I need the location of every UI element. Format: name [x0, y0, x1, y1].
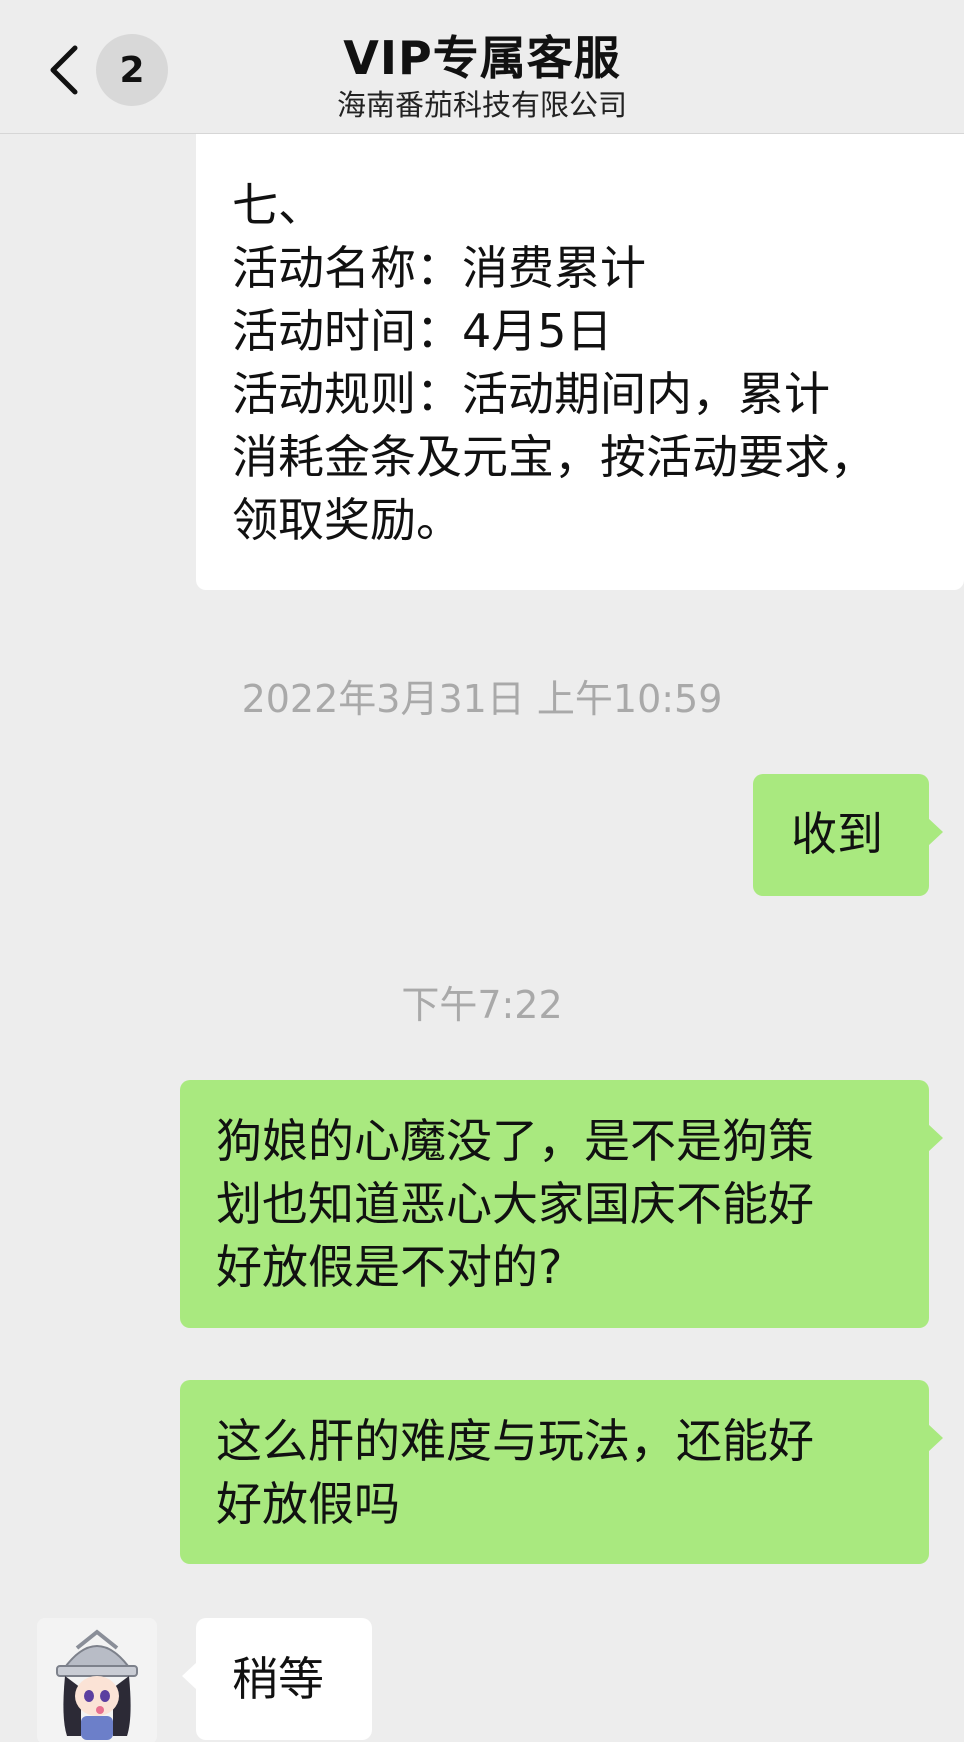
sent-message-bubble[interactable]: 收到	[753, 774, 943, 896]
received-message-bubble[interactable]: 稍等	[182, 1618, 372, 1740]
message-line: 活动名称：消费累计	[232, 241, 646, 295]
message-text: 稍等	[232, 1652, 324, 1706]
message-line: 划也知道恶心大家国庆不能好	[216, 1177, 814, 1231]
sent-message-bubble[interactable]: 这么肝的难度与玩法，还能好 好放假吗	[180, 1380, 943, 1564]
message-line: 好放假是不对的?	[216, 1240, 563, 1294]
message-line: 好放假吗	[216, 1477, 400, 1531]
avatar[interactable]	[37, 1618, 157, 1742]
message-line: 狗娘的心魔没了，是不是狗策	[216, 1114, 814, 1168]
timestamp: 下午7:22	[401, 983, 563, 1027]
message-line: 领取奖励。	[232, 493, 462, 547]
message-line: 这么肝的难度与玩法，还能好	[216, 1414, 814, 1468]
chat-header: 2 VIP专属客服 海南番茄科技有限公司	[0, 0, 964, 134]
message-line: 活动规则：活动期间内，累计	[232, 367, 830, 421]
received-message-bubble[interactable]: 七、 活动名称：消费累计 活动时间：4月5日 活动规则：活动期间内，累计 消耗金…	[196, 134, 964, 590]
avatar-image	[37, 1618, 157, 1742]
timestamp: 2022年3月31日 上午10:59	[241, 677, 723, 721]
message-line: 活动时间：4月5日	[232, 304, 613, 358]
sent-message-bubble[interactable]: 狗娘的心魔没了，是不是狗策 划也知道恶心大家国庆不能好 好放假是不对的?	[180, 1080, 943, 1328]
message-list[interactable]: 七、 活动名称：消费累计 活动时间：4月5日 活动规则：活动期间内，累计 消耗金…	[0, 134, 964, 1742]
chat-title: VIP专属客服	[343, 31, 621, 85]
chat-subtitle: 海南番茄科技有限公司	[336, 88, 627, 122]
message-text: 收到	[791, 807, 883, 861]
message-line: 消耗金条及元宝，按活动要求，	[232, 430, 876, 484]
message-line: 七、	[232, 178, 324, 232]
